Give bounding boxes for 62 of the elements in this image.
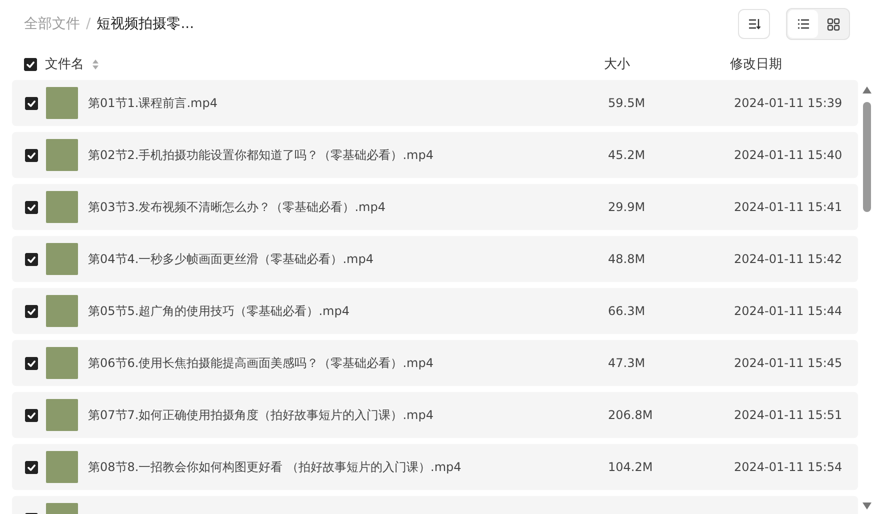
file-name: 第08节8.一招教会你如何构图更好看 （拍好故事短片的入门课）.mp4 [88, 458, 462, 476]
photo-placeholder [46, 243, 78, 275]
row-checkbox[interactable] [25, 304, 38, 318]
column-header[interactable]: 修改日期 [730, 57, 782, 72]
file-row[interactable]: 第02节2.手机拍摄功能设置你都知道了吗？（零基础必看）.mp4 45.2M 2024-01-11 15:40 [12, 132, 858, 178]
file-row[interactable]: 第08节8.一招教会你如何构图更好看 （拍好故事短片的入门课）.mp4 104.2M 2024-01-11 15:54 [12, 444, 858, 490]
photo-placeholder [46, 87, 78, 119]
photo-placeholder [46, 191, 78, 223]
file-size: 29.9M [608, 200, 646, 214]
photo-placeholder [46, 347, 78, 379]
file-name: 第01节1.课程前言.mp4 [88, 94, 218, 112]
file-name: 第07节7.如何正确使用拍摄角度（拍好故事短片的入门课）.mp4 [88, 406, 434, 424]
modified-date: 2024-01-11 15:54 [734, 460, 844, 474]
list-icon [796, 18, 810, 30]
modified-date: 2024-01-11 15:51 [734, 408, 844, 422]
file-row[interactable]: 第01节1.课程前言.mp4 59.5M 2024-01-11 15:39 [12, 80, 858, 126]
breadcrumb-item[interactable]: 短视频拍摄零... [96, 15, 194, 33]
file-size: 48.8M [608, 252, 646, 266]
file-name: 第04节4.一秒多少帧画面更丝滑（零基础必看）.mp4 [88, 250, 374, 268]
modified-date: 2024-01-11 15:44 [734, 304, 844, 318]
row-checkbox[interactable] [25, 96, 38, 110]
photo-placeholder [46, 399, 78, 431]
file-size: 47.3M [608, 356, 646, 370]
photo-placeholder [46, 295, 78, 327]
file-row[interactable]: 第05节5.超广角的使用技巧（零基础必看）.mp4 66.3M 2024-01-11 15:44 [12, 288, 858, 334]
row-checkbox[interactable] [25, 356, 38, 370]
row-checkbox[interactable] [25, 148, 38, 162]
photo-placeholder [46, 451, 78, 483]
row-checkbox[interactable] [25, 460, 38, 474]
file-size: 59.5M [608, 96, 646, 110]
file-row[interactable]: 第06节6.使用长焦拍摄能提高画面美感吗？（零基础必看）.mp4 47.3M 2024-01-11 15:45 [12, 340, 858, 386]
file-size: 104.2M [608, 460, 654, 474]
modified-date: 2024-01-11 15:42 [734, 252, 844, 266]
photo-placeholder [46, 139, 78, 171]
grid-icon [826, 18, 840, 30]
modified-date: 2024-01-11 15:39 [734, 96, 844, 110]
list-view-button[interactable] [788, 10, 818, 38]
column-header[interactable]: 文件名 [45, 55, 84, 73]
modified-date: 2024-01-11 15:45 [734, 356, 844, 370]
row-checkbox[interactable] [25, 200, 38, 214]
scrollbar-thumb[interactable] [863, 102, 871, 212]
scroll-down-icon[interactable] [862, 502, 872, 510]
row-checkbox[interactable] [25, 408, 38, 422]
file-size: 45.2M [608, 148, 646, 162]
sort-button[interactable] [738, 9, 770, 39]
modified-date: 2024-01-11 15:40 [734, 148, 844, 162]
sort-icon [748, 18, 760, 30]
file-name: 第05节5.超广角的使用技巧（零基础必看）.mp4 [88, 302, 350, 320]
file-size: 66.3M [608, 304, 646, 318]
select-all-checkbox[interactable] [24, 58, 37, 70]
file-name: 第03节3.发布视频不清晰怎么办？（零基础必看）.mp4 [88, 198, 386, 216]
scroll-up-icon[interactable] [862, 86, 872, 94]
file-row[interactable]: 第04节4.一秒多少帧画面更丝滑（零基础必看）.mp4 48.8M 2024-01-11 15:42 [12, 236, 858, 282]
file-name: 第06节6.使用长焦拍摄能提高画面美感吗？（零基础必看）.mp4 [88, 354, 434, 372]
modified-date: 2024-01-11 15:41 [734, 200, 844, 214]
breadcrumb-separator: / [86, 16, 91, 32]
file-row[interactable]: 第03节3.发布视频不清晰怎么办？（零基础必看）.mp4 29.9M 2024-01-11 15:41 [12, 184, 858, 230]
row-checkbox[interactable] [25, 252, 38, 266]
file-size: 206.8M [608, 408, 654, 422]
column-header[interactable]: 大小 [604, 57, 630, 72]
file-row[interactable]: 第07节7.如何正确使用拍摄角度（拍好故事短片的入门课）.mp4 206.8M 2024-01-11 15:51 [12, 392, 858, 438]
file-name: 第02节2.手机拍摄功能设置你都知道了吗？（零基础必看）.mp4 [88, 146, 434, 164]
